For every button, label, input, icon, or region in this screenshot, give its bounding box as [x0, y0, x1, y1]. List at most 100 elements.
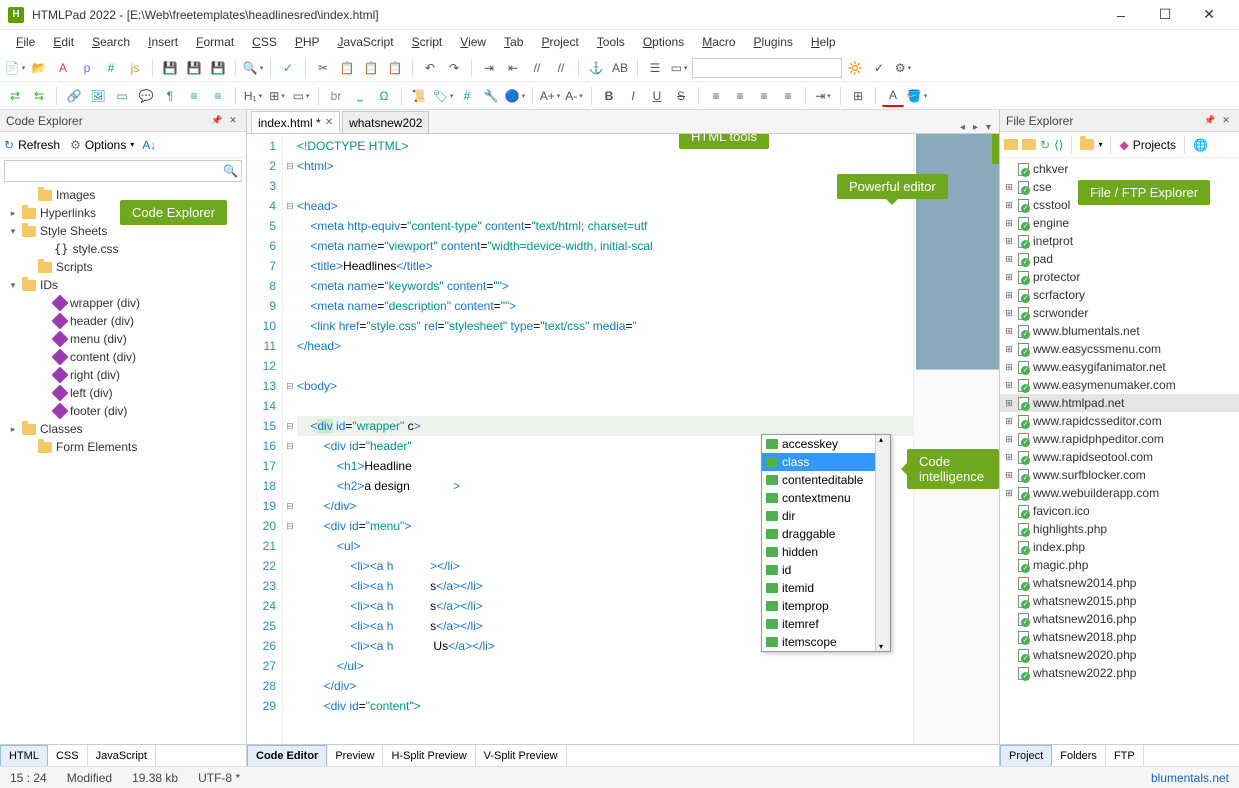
search-button[interactable]: 🔍 — [242, 57, 264, 79]
align-justify-button[interactable]: ≡ — [777, 85, 799, 107]
pin-icon[interactable]: 📌 — [210, 114, 224, 128]
omega-button[interactable]: Ω — [373, 85, 395, 107]
file-item[interactable]: magic.php — [1000, 556, 1239, 574]
comment-button[interactable]: // — [526, 57, 548, 79]
intellisense-option[interactable]: itemref — [762, 615, 890, 633]
intellisense-option[interactable]: hidden — [762, 543, 890, 561]
bottom-tab[interactable]: Folders — [1052, 745, 1106, 767]
tree-item[interactable]: menu (div) — [0, 330, 246, 348]
strike-button[interactable]: S — [670, 85, 692, 107]
tab-close-icon[interactable]: ✕ — [325, 117, 333, 128]
minimap[interactable]: ████████████████████████████████████████… — [913, 134, 999, 744]
css-button[interactable]: # — [456, 85, 478, 107]
menu-file[interactable]: File — [8, 33, 43, 51]
folder-open-icon[interactable] — [1004, 139, 1018, 150]
code-explorer-tree[interactable]: Images▸Hyperlinks▾Style Sheets{}style.cs… — [0, 184, 246, 744]
file-item[interactable]: ⊞www.easycssmenu.com — [1000, 340, 1239, 358]
underline-button[interactable]: U — [646, 85, 668, 107]
validate-drop[interactable]: ⚙ — [892, 57, 914, 79]
uncomment-button[interactable]: // — [550, 57, 572, 79]
menu-php[interactable]: PHP — [287, 33, 328, 51]
folder-icon[interactable] — [1080, 139, 1094, 150]
menu-options[interactable]: Options — [635, 33, 692, 51]
options-label[interactable]: Options — [85, 138, 126, 152]
clipboard-button[interactable]: 📋 — [384, 57, 406, 79]
heading-button[interactable]: H₁ — [242, 85, 264, 107]
align-right-button[interactable]: ≡ — [753, 85, 775, 107]
menu-edit[interactable]: Edit — [45, 33, 82, 51]
refresh-label[interactable]: Refresh — [18, 138, 60, 152]
folder-up-icon[interactable] — [1022, 139, 1036, 150]
highlight-button[interactable]: 🔆 — [844, 57, 866, 79]
italic-button[interactable]: I — [622, 85, 644, 107]
intellisense-option[interactable]: itemprop — [762, 597, 890, 615]
projects-label[interactable]: Projects — [1133, 138, 1176, 152]
file-item[interactable]: ⊞www.blumentals.net — [1000, 322, 1239, 340]
tool-button[interactable]: 🔧 — [480, 85, 502, 107]
xml-icon[interactable]: ⟨⟩ — [1054, 138, 1063, 152]
script-button[interactable]: 📜 — [408, 85, 430, 107]
file-item[interactable]: whatsnew2018.php — [1000, 628, 1239, 646]
file-item[interactable]: ⊞www.easygifanimator.net — [1000, 358, 1239, 376]
file-item[interactable]: ⊞www.easymenumaker.com — [1000, 376, 1239, 394]
bottom-tab[interactable]: Project — [1000, 745, 1052, 767]
list-num-icon[interactable]: ≡ — [207, 85, 229, 107]
menu-tab[interactable]: Tab — [496, 33, 531, 51]
div-icon[interactable]: ▭ — [111, 85, 133, 107]
tree-item[interactable]: footer (div) — [0, 402, 246, 420]
tag-end-button[interactable]: ⇆ — [28, 85, 50, 107]
menu-script[interactable]: Script — [404, 33, 451, 51]
list-icon[interactable]: ≡ — [183, 85, 205, 107]
align-left-button[interactable]: ≡ — [705, 85, 727, 107]
file-item[interactable]: ⊞pad — [1000, 250, 1239, 268]
bottom-tab[interactable]: Preview — [327, 745, 383, 767]
globe-icon[interactable]: 🌐 — [1193, 138, 1208, 152]
intellisense-option[interactable]: itemscope — [762, 633, 890, 651]
file-item[interactable]: whatsnew2022.php — [1000, 664, 1239, 682]
file-item[interactable]: ⊞www.rapidphpeditor.com — [1000, 430, 1239, 448]
css-doc-button[interactable]: # — [100, 57, 122, 79]
find-replace-button[interactable]: AB — [609, 57, 631, 79]
intellisense-scrollbar[interactable] — [875, 435, 890, 651]
menu-plugins[interactable]: Plugins — [746, 33, 801, 51]
php-doc-button[interactable]: p — [76, 57, 98, 79]
tree-item[interactable]: Form Elements — [0, 438, 246, 456]
class-input[interactable] — [692, 58, 842, 78]
panel-close-icon[interactable]: ✕ — [226, 114, 240, 128]
class-browse-button[interactable]: ☰ — [644, 57, 666, 79]
file-item[interactable]: chkver — [1000, 160, 1239, 178]
spellcheck-button[interactable]: ✓ — [277, 57, 299, 79]
file-item[interactable]: favicon.ico — [1000, 502, 1239, 520]
file-item[interactable]: ⊞www.surfblocker.com — [1000, 466, 1239, 484]
tree-item[interactable]: Scripts — [0, 258, 246, 276]
editor-tab[interactable]: index.html *✕ — [251, 111, 340, 133]
bottom-tab[interactable]: H-Split Preview — [383, 745, 475, 767]
bottom-tab[interactable]: FTP — [1106, 745, 1144, 767]
fill-color-button[interactable]: 🪣 — [906, 85, 928, 107]
menu-project[interactable]: Project — [533, 33, 586, 51]
file-item[interactable]: ⊞www.rapidseotool.com — [1000, 448, 1239, 466]
file-item[interactable]: whatsnew2015.php — [1000, 592, 1239, 610]
form-button[interactable]: ▭ — [290, 85, 312, 107]
file-item[interactable]: ⊞engine — [1000, 214, 1239, 232]
menu-insert[interactable]: Insert — [140, 33, 186, 51]
bottom-tab[interactable]: Code Editor — [247, 745, 327, 767]
intellisense-option[interactable]: dir — [762, 507, 890, 525]
file-item[interactable]: whatsnew2014.php — [1000, 574, 1239, 592]
save-web-button[interactable]: 💾 — [207, 57, 229, 79]
tree-item[interactable]: left (div) — [0, 384, 246, 402]
font-color-button[interactable]: A — [882, 85, 904, 107]
tab-next[interactable]: ▸ — [969, 122, 982, 133]
file-item[interactable]: ⊞scrwonder — [1000, 304, 1239, 322]
tab-menu[interactable]: ▾ — [982, 122, 995, 133]
options-icon[interactable]: ⚙ — [70, 138, 81, 152]
file-item[interactable]: ⊞inetprot — [1000, 232, 1239, 250]
redo-button[interactable]: ↷ — [443, 57, 465, 79]
class-dropdown[interactable]: ▭ — [668, 57, 690, 79]
image-icon[interactable]: 🖼 — [87, 85, 109, 107]
tag-tool-button[interactable]: 🏷 — [432, 85, 454, 107]
bottom-tab[interactable]: V-Split Preview — [476, 745, 567, 767]
tab-prev[interactable]: ◂ — [956, 122, 969, 133]
brand-link[interactable]: blumentals.net — [1151, 771, 1229, 785]
minimize-button[interactable]: – — [1099, 0, 1143, 30]
